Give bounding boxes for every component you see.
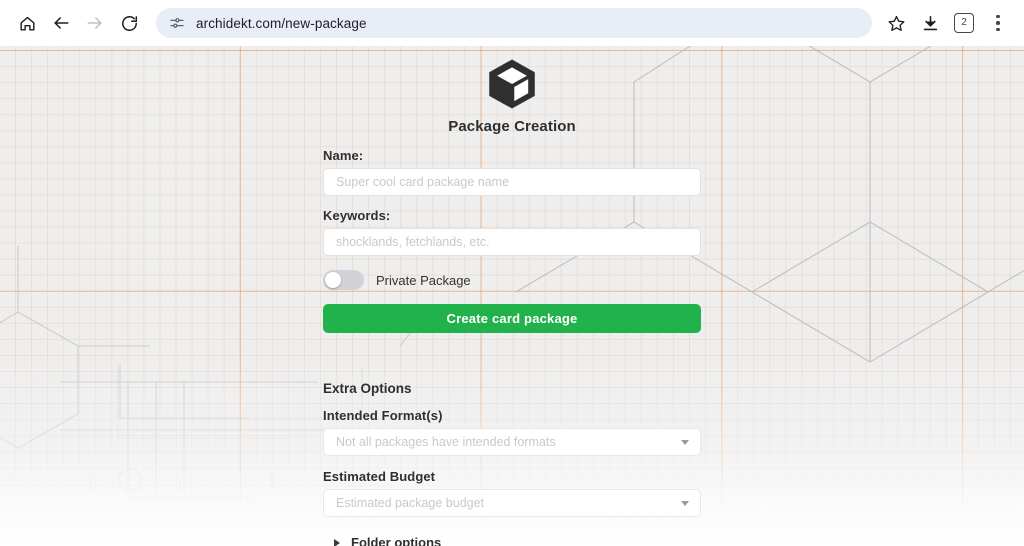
- downloads-button[interactable]: [914, 7, 946, 39]
- tune-icon: [169, 15, 185, 31]
- package-cube-icon: [484, 56, 540, 112]
- private-package-label: Private Package: [376, 273, 471, 288]
- address-bar[interactable]: archidekt.com/new-package: [156, 8, 872, 38]
- package-creation-form: Package Creation Name: Keywords: Private…: [323, 46, 701, 546]
- name-label: Name:: [323, 148, 701, 163]
- profile-count-badge: 2: [954, 13, 974, 33]
- home-icon: [18, 14, 37, 33]
- site-settings-icon[interactable]: [168, 14, 186, 32]
- folder-options-label: Folder options: [351, 535, 441, 546]
- intended-formats-value: Not all packages have intended formats: [336, 435, 556, 449]
- estimated-budget-group: Estimated Budget Estimated package budge…: [323, 469, 701, 517]
- url-text: archidekt.com/new-package: [196, 16, 367, 31]
- home-button[interactable]: [10, 6, 44, 40]
- kebab-menu-icon: [996, 15, 999, 31]
- estimated-budget-select[interactable]: Estimated package budget: [323, 489, 701, 517]
- browser-menu-button[interactable]: [982, 7, 1014, 39]
- bookmark-button[interactable]: [880, 7, 912, 39]
- app-header: Package Creation: [323, 46, 701, 135]
- extra-options-heading: Extra Options: [323, 381, 701, 396]
- intended-formats-select[interactable]: Not all packages have intended formats: [323, 428, 701, 456]
- chevron-down-icon: [681, 501, 689, 506]
- star-icon: [887, 14, 906, 33]
- profile-button[interactable]: 2: [948, 7, 980, 39]
- toolbar-actions: 2: [880, 7, 1014, 39]
- name-field-group: Name:: [323, 148, 701, 196]
- reload-button[interactable]: [112, 6, 146, 40]
- chevron-down-icon: [681, 440, 689, 445]
- arrow-left-icon: [51, 13, 71, 33]
- arrow-right-icon: [85, 13, 105, 33]
- keywords-input[interactable]: [323, 228, 701, 256]
- keywords-label: Keywords:: [323, 208, 701, 223]
- reload-icon: [120, 14, 139, 33]
- intended-formats-group: Intended Format(s) Not all packages have…: [323, 408, 701, 456]
- private-package-toggle[interactable]: [323, 270, 364, 290]
- keywords-field-group: Keywords:: [323, 208, 701, 256]
- download-icon: [921, 14, 940, 33]
- name-input[interactable]: [323, 168, 701, 196]
- back-button[interactable]: [44, 6, 78, 40]
- estimated-budget-value: Estimated package budget: [336, 496, 484, 510]
- intended-formats-label: Intended Format(s): [323, 408, 701, 423]
- folder-options-row[interactable]: Folder options: [323, 535, 701, 546]
- page-title: Package Creation: [448, 118, 576, 135]
- toggle-knob: [325, 272, 341, 288]
- estimated-budget-label: Estimated Budget: [323, 469, 701, 484]
- browser-toolbar: archidekt.com/new-package 2: [0, 0, 1024, 46]
- private-package-row: Private Package: [323, 270, 701, 290]
- create-card-package-button[interactable]: Create card package: [323, 304, 701, 333]
- chevron-right-icon: [334, 539, 340, 546]
- page-canvas: Package Creation Name: Keywords: Private…: [0, 46, 1024, 546]
- forward-button: [78, 6, 112, 40]
